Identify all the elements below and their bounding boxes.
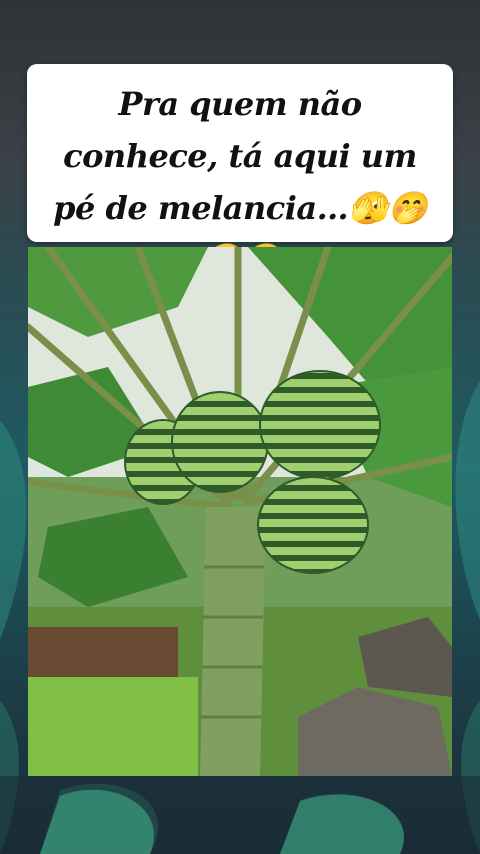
caption-card: Pra quem não conhece, tá aqui um pé de m… (27, 64, 453, 279)
bottom-decoration (0, 776, 480, 854)
watermelon-tree-photo (28, 247, 452, 776)
photo (28, 247, 452, 776)
